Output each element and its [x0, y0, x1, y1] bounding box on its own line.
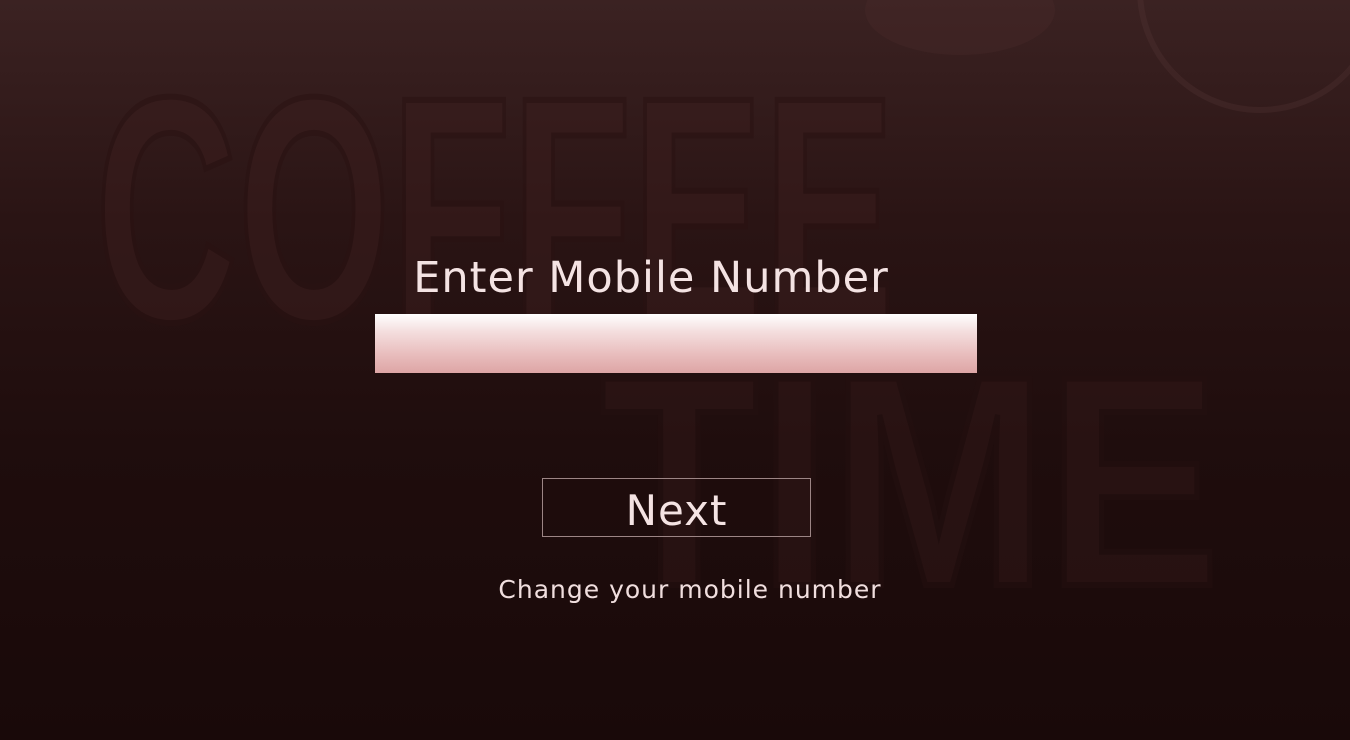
next-button-label: Next	[625, 485, 728, 535]
change-mobile-number-link[interactable]: Change your mobile number	[480, 572, 900, 608]
next-button[interactable]: Next	[542, 478, 811, 537]
login-panel: Enter Mobile Number Next Change your mob…	[0, 0, 1350, 740]
page-title: Enter Mobile Number	[413, 253, 889, 303]
mobile-number-input[interactable]	[375, 314, 977, 373]
